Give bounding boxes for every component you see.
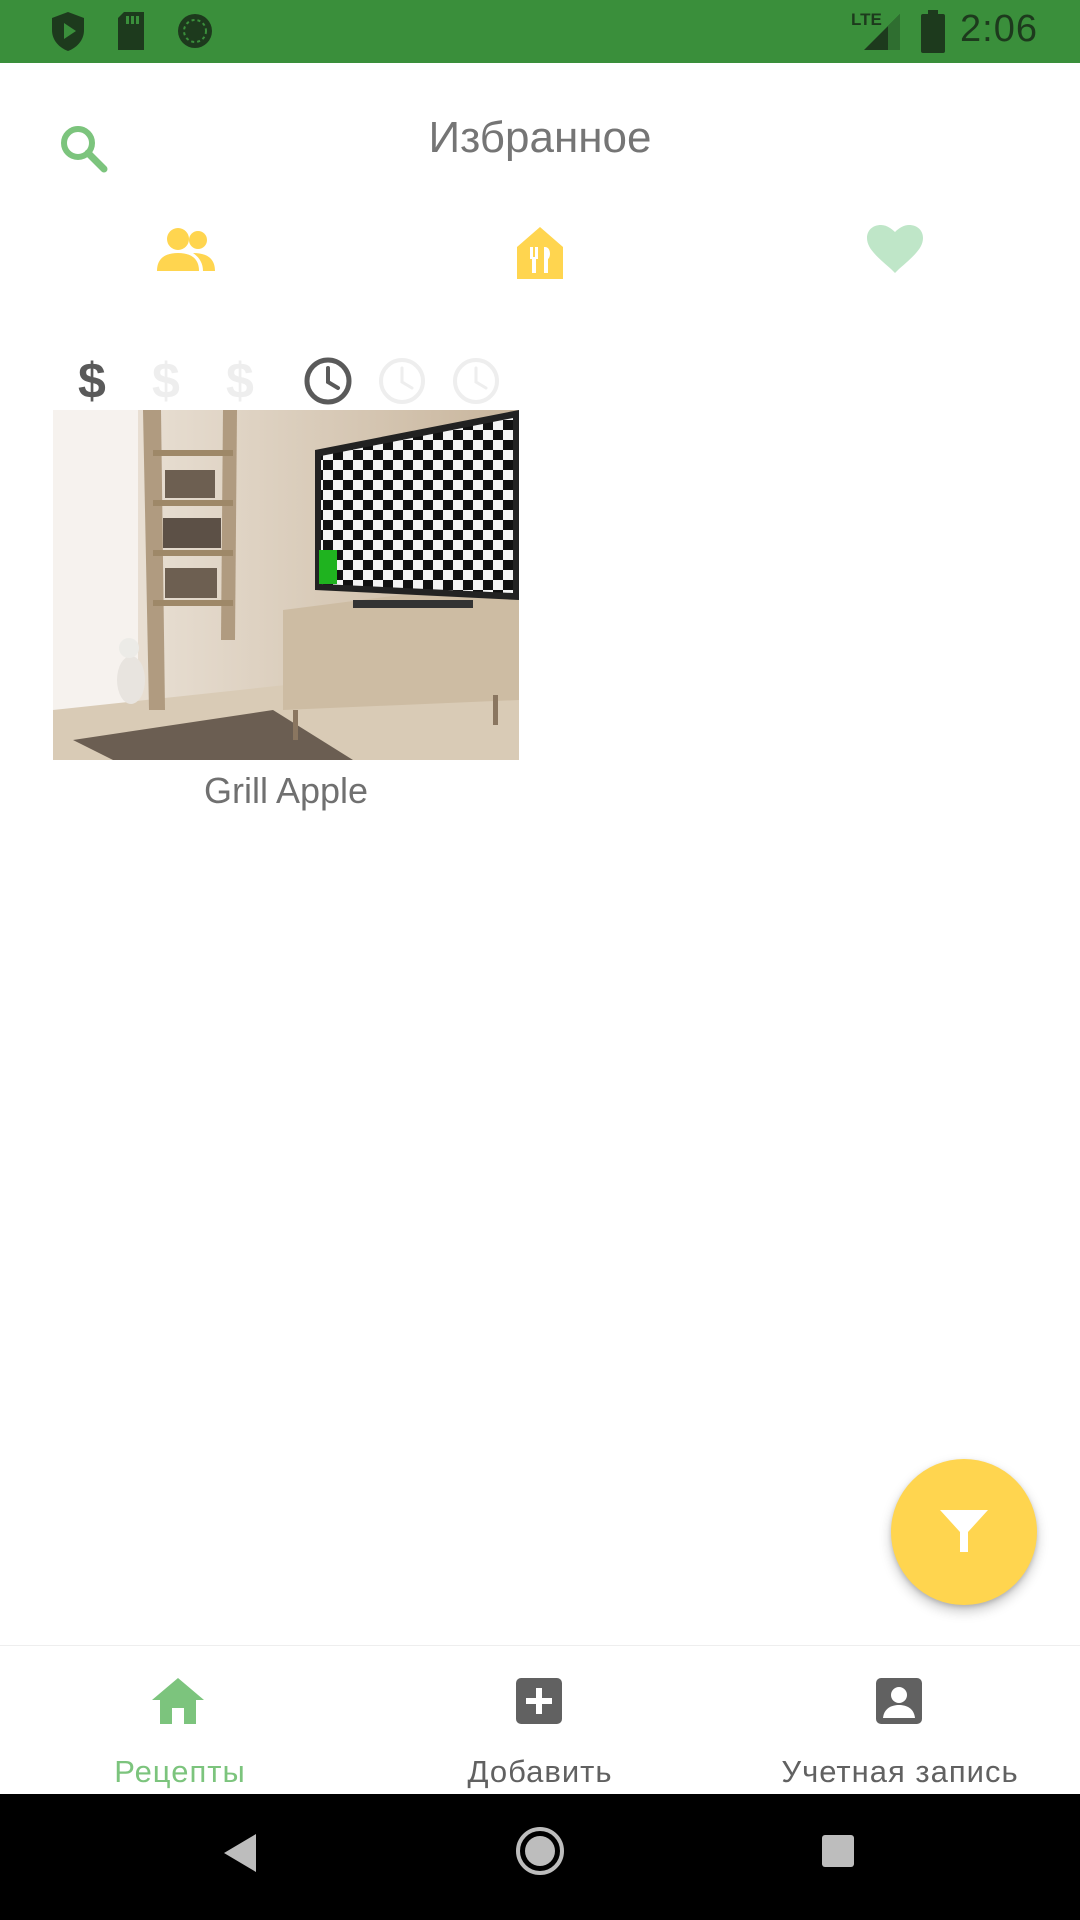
- page-title: Избранное: [428, 113, 652, 162]
- tab-favorites-heart-icon[interactable]: [867, 225, 923, 280]
- nav-label-account: Учетная запись: [781, 1754, 1019, 1789]
- time-level-3-clock-icon[interactable]: [451, 356, 501, 411]
- nav-label-recipes: Рецепты: [114, 1754, 246, 1789]
- nav-add[interactable]: Добавить: [360, 1646, 720, 1795]
- back-icon[interactable]: [222, 1832, 258, 1879]
- sd-card-icon: [114, 10, 148, 57]
- price-level-2[interactable]: $: [152, 352, 180, 410]
- account-box-icon: [874, 1676, 924, 1731]
- sync-circle-icon: [174, 10, 216, 57]
- tab-people-icon[interactable]: [155, 225, 217, 282]
- system-nav-bar: [0, 1794, 1080, 1920]
- nav-recipes[interactable]: Рецепты: [0, 1646, 360, 1795]
- filter-fab-button[interactable]: [891, 1459, 1037, 1605]
- filter-icon: [940, 1510, 988, 1552]
- recipe-card[interactable]: Grill Apple: [53, 410, 519, 812]
- price-level-1[interactable]: $: [78, 352, 106, 410]
- recipe-title[interactable]: Grill Apple: [53, 770, 519, 812]
- status-time: 2:06: [960, 8, 1038, 50]
- recipe-image[interactable]: [53, 410, 519, 760]
- toolbar: Избранное: [0, 63, 1080, 173]
- nav-label-add: Добавить: [467, 1754, 613, 1789]
- battery-icon: [920, 10, 946, 59]
- add-box-icon: [514, 1676, 564, 1731]
- time-level-1-clock-icon[interactable]: [303, 356, 353, 411]
- signal-icon: [862, 10, 902, 57]
- nav-account[interactable]: Учетная запись: [720, 1646, 1080, 1795]
- status-bar: LTE 2:06: [0, 0, 1080, 63]
- home-icon: [150, 1676, 206, 1731]
- shield-play-icon: [48, 10, 88, 57]
- tab-restaurant-icon[interactable]: [515, 225, 565, 286]
- price-level-3[interactable]: $: [226, 352, 254, 410]
- bottom-nav: Рецепты Добавить Учетная запись: [0, 1645, 1080, 1795]
- recents-square-icon[interactable]: [821, 1834, 855, 1873]
- home-circle-icon[interactable]: [515, 1826, 565, 1881]
- time-level-2-clock-icon[interactable]: [377, 356, 427, 411]
